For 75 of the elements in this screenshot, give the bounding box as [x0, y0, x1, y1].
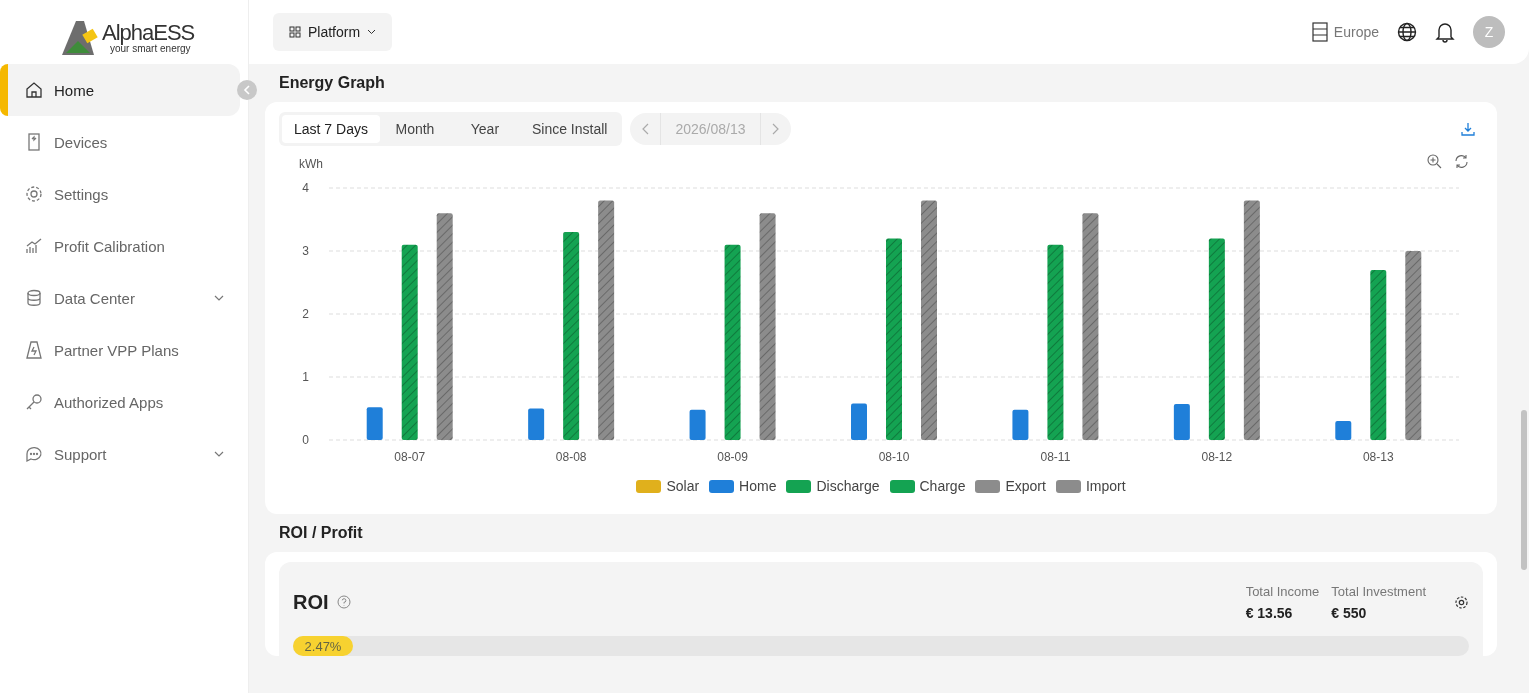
region-selector[interactable]: Europe: [1311, 22, 1379, 42]
period-tab[interactable]: Year: [449, 115, 520, 143]
y-tick-label: 3: [302, 244, 309, 258]
logo-tagline: your smart energy: [110, 44, 191, 54]
server-icon: [1311, 22, 1328, 42]
period-tab[interactable]: Last 7 Days: [282, 115, 380, 143]
chevron-left-icon: [243, 85, 251, 95]
database-icon: [24, 288, 44, 308]
zoom-in-icon[interactable]: [1427, 154, 1442, 169]
legend-item[interactable]: Export: [975, 478, 1046, 494]
period-tab[interactable]: Since Install: [519, 115, 620, 143]
sidebar-item[interactable]: Data Center: [0, 272, 240, 324]
logo-name: AlphaESS: [102, 22, 195, 44]
bar: [1335, 421, 1352, 440]
refresh-icon[interactable]: [1454, 154, 1469, 169]
x-tick-label: 08-09: [717, 450, 748, 464]
legend-item[interactable]: Import: [1055, 478, 1126, 494]
chat-icon: [24, 444, 44, 464]
bar: [366, 407, 383, 440]
y-tick-label: 4: [302, 181, 309, 195]
bar: [1012, 409, 1029, 440]
bar: [528, 408, 545, 440]
chevron-down-icon: [367, 29, 377, 35]
sidebar-item[interactable]: Home: [0, 64, 240, 116]
period-tab[interactable]: Month: [379, 115, 450, 143]
y-tick-label: 0: [302, 433, 309, 447]
home-icon: [24, 80, 44, 100]
settings-icon: [24, 184, 44, 204]
x-tick-label: 08-12: [1201, 450, 1233, 464]
x-tick-label: 08-07: [394, 450, 426, 464]
bar: [851, 403, 867, 440]
total-income-value: € 13.56: [1245, 604, 1294, 621]
grid-icon: [289, 26, 301, 38]
chevron-right-icon: [772, 123, 779, 135]
globe-icon[interactable]: [1397, 22, 1417, 42]
sidebar-item[interactable]: Profit Calibration: [0, 220, 240, 272]
y-tick-label: 1: [302, 370, 309, 384]
legend-item[interactable]: Solar: [636, 478, 700, 494]
total-investment-label: Total Investment: [1331, 583, 1426, 599]
legend-item[interactable]: Home: [709, 478, 777, 494]
settings-icon[interactable]: [1454, 594, 1469, 610]
key-icon: [24, 392, 44, 412]
roi-title: ROI: [293, 590, 329, 614]
y-tick-label: 2: [302, 307, 309, 321]
scrollbar[interactable]: [1521, 410, 1527, 570]
sidebar-item[interactable]: Support: [0, 428, 240, 480]
legend-item[interactable]: Charge: [889, 478, 966, 494]
sidebar-item[interactable]: Settings: [0, 168, 240, 220]
chevron-left-icon: [641, 123, 649, 135]
help-icon[interactable]: [336, 595, 351, 609]
legend-label: Discharge: [816, 478, 880, 494]
download-icon[interactable]: [1461, 122, 1475, 136]
x-tick-label: 08-10: [878, 450, 910, 464]
y-axis-label: kWh: [299, 157, 323, 171]
legend-label: Home: [739, 478, 777, 494]
section-title: ROI / Profit: [278, 523, 364, 543]
x-tick-label: 08-13: [1362, 450, 1394, 464]
logo-mark-icon: [60, 19, 100, 57]
bar: [1173, 404, 1190, 440]
sidebar-item[interactable]: Devices: [0, 116, 240, 168]
legend-item[interactable]: Discharge: [786, 478, 880, 494]
total-investment-value: € 550: [1331, 604, 1368, 621]
bell-icon[interactable]: [1435, 21, 1455, 43]
legend-label: Export: [1005, 478, 1046, 494]
total-income-label: Total Income: [1245, 583, 1320, 599]
roi-progress-fill: 2.47%: [293, 636, 353, 656]
sidebar-item[interactable]: Authorized Apps: [0, 376, 240, 428]
x-tick-label: 08-11: [1040, 450, 1071, 464]
x-tick-label: 08-08: [555, 450, 587, 464]
legend-label: Solar: [666, 478, 700, 494]
platform-dropdown[interactable]: Platform: [273, 13, 393, 51]
sidebar-item[interactable]: Partner VPP Plans: [0, 324, 240, 376]
chart-icon: [24, 236, 44, 256]
bar: [689, 409, 706, 440]
section-title: Energy Graph: [278, 73, 386, 93]
